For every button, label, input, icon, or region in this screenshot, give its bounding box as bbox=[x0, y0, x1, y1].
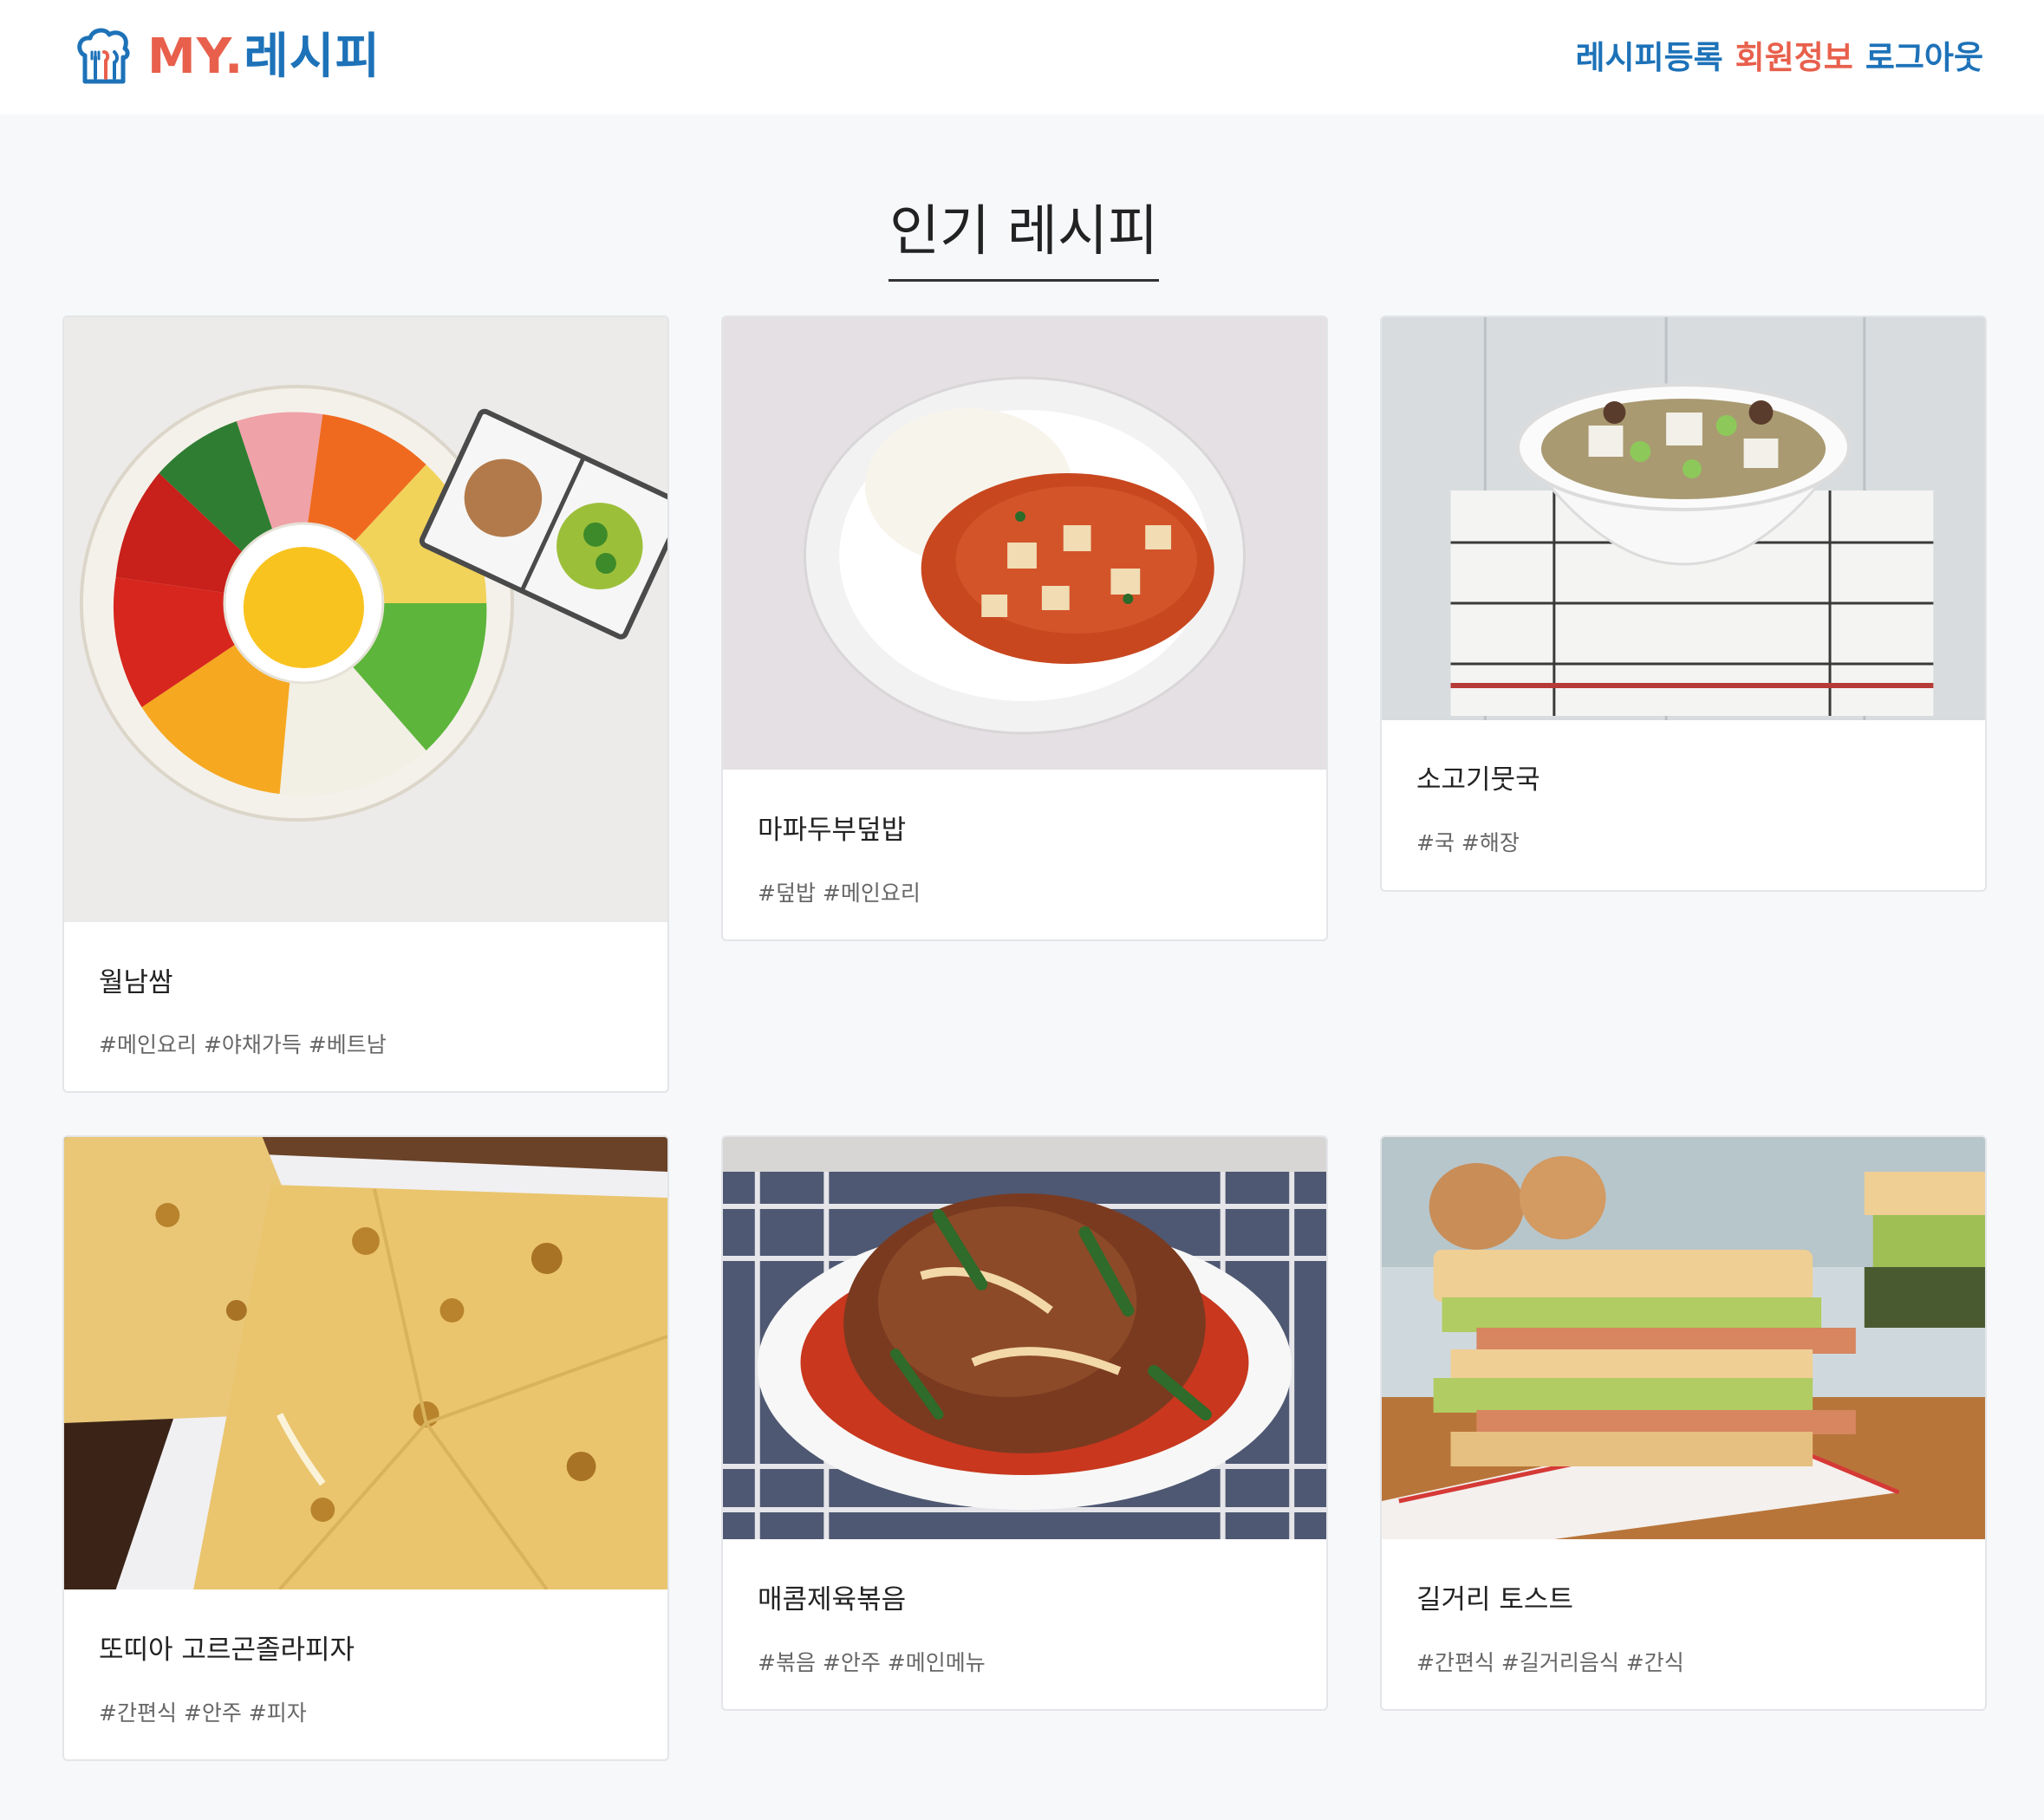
logo-my: MY bbox=[147, 29, 225, 85]
recipe-card[interactable]: 소고기뭇국 #국 #해장 bbox=[1380, 315, 1987, 892]
recipe-tags: #국 #해장 bbox=[1416, 830, 1520, 855]
recipe-photo bbox=[1382, 317, 1985, 720]
recipe-photo bbox=[1382, 1137, 1985, 1539]
page-title: 인기 레시피 bbox=[889, 199, 1158, 263]
recipe-photo bbox=[723, 317, 1326, 770]
top-nav: 레시피등록 회원정보 로그아웃 bbox=[1575, 33, 1983, 76]
recipe-name: 길거리 토스트 bbox=[1416, 1584, 1573, 1615]
nav-register-recipe-link[interactable]: 레시피등록 bbox=[1575, 31, 1722, 78]
nav-profile-link[interactable]: 회원정보 bbox=[1735, 31, 1853, 78]
logo-dot: . bbox=[225, 29, 244, 85]
recipe-name: 또띠아 고르곤졸라피자 bbox=[99, 1635, 355, 1666]
title-underline bbox=[889, 279, 1159, 282]
recipe-name: 마파두부덮밥 bbox=[758, 815, 907, 846]
recipe-card[interactable]: 길거리 토스트 #간편식 #길거리음식 #간식 bbox=[1380, 1135, 1987, 1711]
recipe-card[interactable]: 마파두부덮밥 #덮밥 #메인요리 bbox=[721, 315, 1328, 941]
logo-recipe: 레시피 bbox=[244, 29, 381, 85]
recipe-tags: #간편식 #길거리음식 #간식 bbox=[1416, 1650, 1684, 1675]
recipe-name: 소고기뭇국 bbox=[1416, 764, 1540, 796]
logo-text: MY.레시피 bbox=[147, 33, 381, 81]
nav-logout-link[interactable]: 로그아웃 bbox=[1865, 31, 1983, 78]
recipe-photo bbox=[64, 317, 667, 922]
top-header: MY.레시피 레시피등록 회원정보 로그아웃 bbox=[0, 0, 2044, 114]
site-logo[interactable]: MY.레시피 bbox=[73, 23, 381, 92]
recipe-tags: #메인요리 #야채가득 #베트남 bbox=[99, 1032, 387, 1057]
recipe-tags: #덮밥 #메인요리 bbox=[758, 881, 921, 906]
recipe-photo bbox=[723, 1137, 1326, 1539]
recipe-name: 매콤제육볶음 bbox=[758, 1584, 907, 1615]
recipe-tags: #간편식 #안주 #피자 bbox=[99, 1700, 307, 1726]
recipe-name: 월남쌈 bbox=[99, 967, 173, 998]
recipe-tags: #볶음 #안주 #메인메뉴 bbox=[758, 1650, 986, 1675]
recipe-card[interactable]: 월남쌈 #메인요리 #야채가득 #베트남 bbox=[62, 315, 669, 1093]
recipe-card[interactable]: 매콤제육볶음 #볶음 #안주 #메인메뉴 bbox=[721, 1135, 1328, 1711]
recipe-card[interactable]: 또띠아 고르곤졸라피자 #간편식 #안주 #피자 bbox=[62, 1135, 669, 1761]
recipe-photo bbox=[64, 1137, 667, 1589]
chef-hat-utensils-icon bbox=[77, 28, 130, 84]
